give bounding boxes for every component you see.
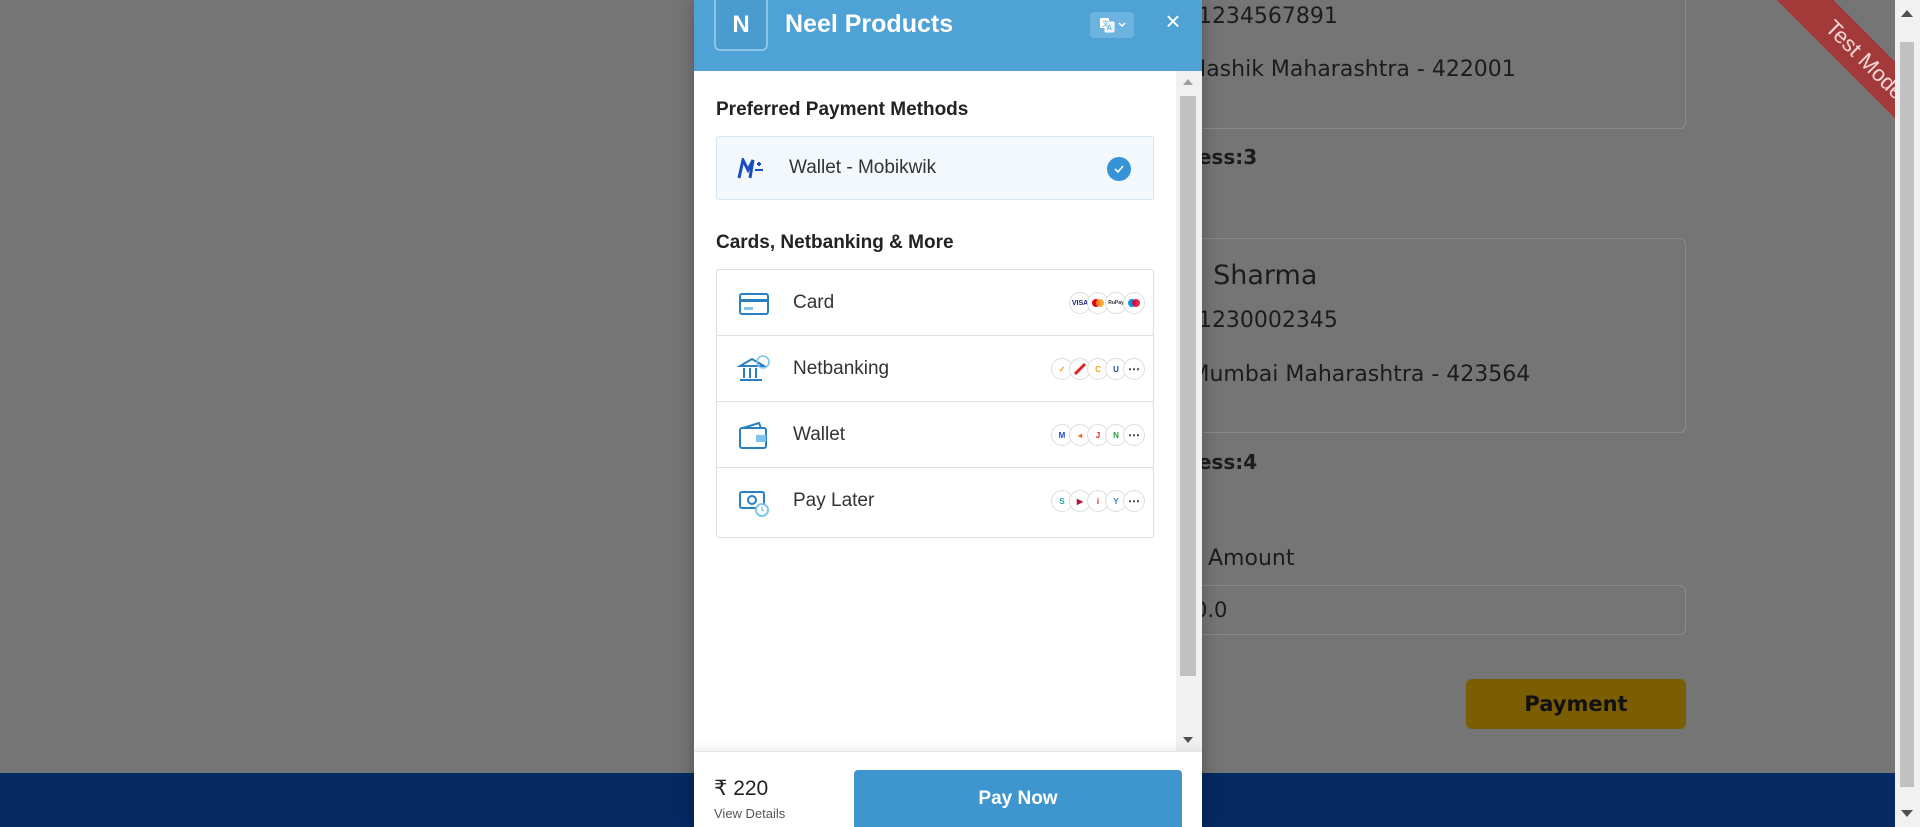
bank-icon: [737, 355, 770, 381]
scroll-up-arrow-icon[interactable]: [1901, 10, 1913, 17]
method-wallet-label: Wallet: [793, 424, 846, 445]
bank-badges: ✓ C U ⋯: [1051, 358, 1145, 380]
amount-label: Amount: [1208, 546, 1295, 571]
method-card-label: Card: [793, 292, 835, 313]
method-netbanking[interactable]: Netbanking ✓ C U ⋯: [717, 336, 1153, 402]
method-paylater-label: Pay Later: [793, 490, 875, 511]
modal-header: N Neel Products 文 A ×: [694, 0, 1202, 71]
method-wallet[interactable]: Wallet M ◂ J N ⋯: [717, 402, 1153, 468]
wallet-icon: [739, 421, 767, 449]
preferred-method-label: Wallet - Mobikwik: [789, 157, 937, 178]
checkout-modal: N Neel Products 文 A × Preferred Payment …: [694, 0, 1202, 827]
chevron-down-icon: [1117, 22, 1126, 28]
total-amount: ₹ 220: [714, 777, 769, 800]
paylater-icon: [739, 491, 769, 517]
check-icon: [1107, 157, 1131, 181]
mobikwik-icon: [737, 158, 763, 179]
preferred-method-mobikwik[interactable]: Wallet - Mobikwik: [716, 136, 1154, 200]
scroll-down-arrow-icon[interactable]: [1901, 810, 1913, 817]
payment-button[interactable]: Payment: [1466, 679, 1686, 729]
more-icon: ⋯: [1123, 424, 1145, 446]
method-netbanking-label: Netbanking: [793, 358, 890, 379]
scroll-down-arrow-icon[interactable]: [1183, 737, 1193, 743]
scroll-thumb[interactable]: [1180, 96, 1196, 676]
merchant-logo: N: [714, 0, 768, 51]
close-icon[interactable]: ×: [1160, 6, 1186, 36]
address-name-2: a Sharma: [1188, 260, 1318, 291]
more-icon: ⋯: [1123, 490, 1145, 512]
maestro-badge: [1123, 292, 1145, 314]
language-selector[interactable]: 文 A: [1090, 12, 1134, 38]
scroll-up-arrow-icon[interactable]: [1183, 79, 1193, 85]
preferred-methods-title: Preferred Payment Methods: [716, 99, 969, 120]
card-icon: [739, 293, 769, 315]
svg-text:A: A: [1107, 24, 1112, 32]
pay-now-button[interactable]: Pay Now: [854, 770, 1182, 827]
scroll-thumb[interactable]: [1900, 42, 1914, 787]
more-icon: ⋯: [1123, 358, 1145, 380]
address-line-1: k Nashik Maharashtra - 422001: [1170, 57, 1516, 82]
test-mode-label: Test Mode: [1755, 0, 1895, 160]
modal-body: Preferred Payment Methods Wallet - Mobik…: [694, 71, 1176, 751]
wallet-badges: M ◂ J N ⋯: [1051, 424, 1145, 446]
modal-footer: ₹ 220 View Details Pay Now: [694, 751, 1202, 827]
merchant-name: Neel Products: [785, 10, 954, 38]
more-methods-title: Cards, Netbanking & More: [716, 232, 954, 253]
method-paylater[interactable]: Pay Later S ▶ i Y ⋯: [717, 468, 1153, 538]
card-network-badges: VISA RuPay: [1069, 292, 1145, 314]
paylater-badges: S ▶ i Y ⋯: [1051, 490, 1145, 512]
address-line-2: a Mumbai Maharashtra - 423564: [1170, 362, 1531, 387]
translate-icon: 文 A: [1099, 18, 1114, 33]
modal-scrollbar[interactable]: [1176, 71, 1202, 751]
page-scrollbar[interactable]: [1895, 0, 1920, 827]
test-mode-ribbon: Test Mode: [1700, 0, 1895, 160]
method-card[interactable]: Card VISA RuPay: [717, 270, 1153, 336]
payment-methods-list: Card VISA RuPay Netbanking ✓ C U ⋯ Walle…: [716, 269, 1154, 538]
view-details-link[interactable]: View Details: [714, 806, 785, 821]
